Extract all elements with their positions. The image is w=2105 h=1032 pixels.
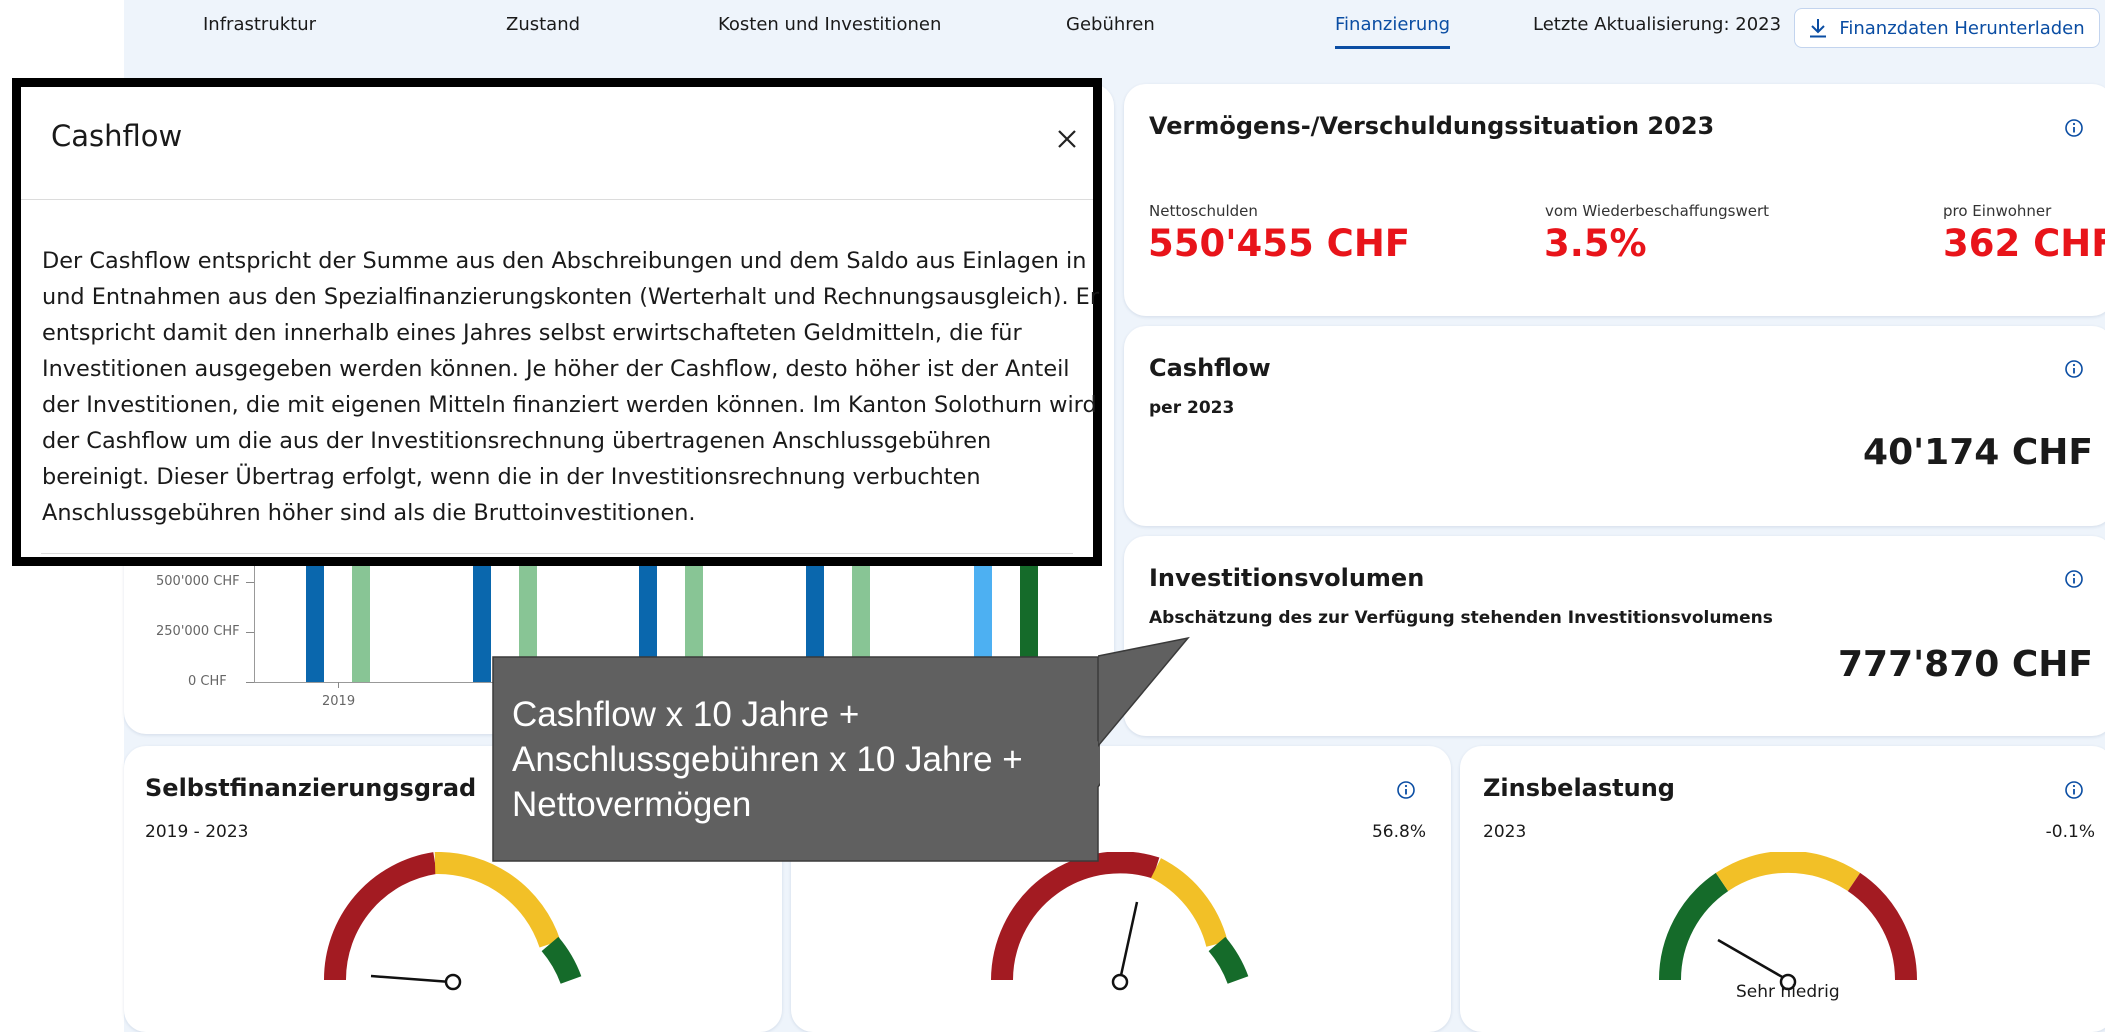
interest-burden-rating: Sehr niedrig [1736, 982, 1840, 1002]
cashflow-info-dialog: Cashflow Der Cashflow entspricht der Sum… [12, 78, 1102, 566]
info-icon[interactable] [2064, 359, 2084, 379]
investment-card-subtitle: Abschätzung des zur Verfügung stehenden … [1149, 608, 1773, 628]
x-tick-mark [338, 682, 339, 688]
info-icon[interactable] [2064, 569, 2084, 589]
middle-gauge-value: 56.8% [1371, 822, 1426, 842]
cashflow-subtitle: per 2023 [1149, 398, 1235, 418]
callout-pointer [1098, 636, 1190, 748]
interest-burden-value: -0.1% [2045, 822, 2095, 842]
info-icon[interactable] [1396, 780, 1416, 800]
download-icon [1810, 19, 1827, 38]
tab-kosten-und-investitionen[interactable]: Kosten und Investitionen [718, 14, 941, 35]
dialog-body-text: Der Cashflow entspricht der Summe aus de… [42, 248, 1100, 526]
y-tick-mark [246, 582, 254, 583]
investment-card-title: Investitionsvolumen [1149, 564, 1425, 592]
chart-bar [352, 566, 370, 682]
y-tick-mark [246, 682, 254, 683]
last-update-text: Letzte Aktualisierung: 2023 [1533, 14, 1782, 35]
investment-volume-value: 777'870 CHF [1838, 644, 2093, 685]
info-icon[interactable] [2064, 780, 2084, 800]
self-financing-gauge [323, 852, 582, 991]
callout-text: Cashflow x 10 Jahre + Anschlussgebühren … [512, 695, 1023, 824]
gauge-needle [1118, 901, 1139, 981]
debt-card-title: Vermögens-/Verschuldungssituation 2023 [1149, 112, 1715, 140]
per-resident-label: pro Einwohner [1943, 202, 2052, 220]
y-tick-mark [246, 632, 254, 633]
chart-bar [473, 566, 491, 682]
cashflow-card [1124, 326, 2105, 526]
download-financial-data-button[interactable]: Finanzdaten Herunterladen [1794, 8, 2100, 48]
dialog-title: Cashflow [51, 119, 183, 153]
dialog-divider [21, 199, 1093, 200]
interest-burden-gauge [1658, 852, 1918, 991]
download-button-label: Finanzdaten Herunterladen [1839, 17, 2085, 39]
net-debt-label: Nettoschulden [1149, 202, 1258, 220]
dialog-divider [41, 553, 1073, 554]
y-tick-label: 500'000 CHF [156, 574, 240, 589]
tab-gebuehren[interactable]: Gebühren [1066, 14, 1155, 35]
tab-zustand[interactable]: Zustand [506, 14, 580, 35]
replacement-value-label: vom Wiederbeschaffungswert [1545, 202, 1769, 220]
chart-bar [306, 566, 324, 682]
self-financing-title: Selbstfinanzierungsgrad [145, 774, 477, 802]
active-tab-indicator [1335, 46, 1450, 49]
x-tick-label: 2019 [322, 694, 356, 709]
interest-burden-title: Zinsbelastung [1483, 774, 1675, 802]
self-financing-period: 2019 - 2023 [145, 822, 249, 842]
cashflow-card-title: Cashflow [1149, 354, 1271, 382]
info-icon[interactable] [2064, 118, 2084, 138]
tab-infrastruktur[interactable]: Infrastruktur [203, 14, 316, 35]
per-resident-value: 362 CHF [1943, 222, 2105, 265]
tab-finanzierung[interactable]: Finanzierung [1335, 14, 1450, 35]
y-tick-label: 250'000 CHF [156, 624, 240, 639]
cashflow-value: 40'174 CHF [1863, 432, 2093, 473]
gauge-needle [370, 974, 452, 984]
y-axis-line [254, 560, 255, 683]
gauge-needle [1717, 938, 1785, 980]
net-debt-value: 550'455 CHF [1148, 222, 1411, 265]
replacement-value-percent: 3.5% [1544, 222, 1647, 265]
middle-gauge [991, 852, 1249, 991]
y-tick-label: 0 CHF [188, 674, 227, 689]
interest-burden-period: 2023 [1483, 822, 1527, 842]
close-icon[interactable] [1055, 127, 1079, 151]
